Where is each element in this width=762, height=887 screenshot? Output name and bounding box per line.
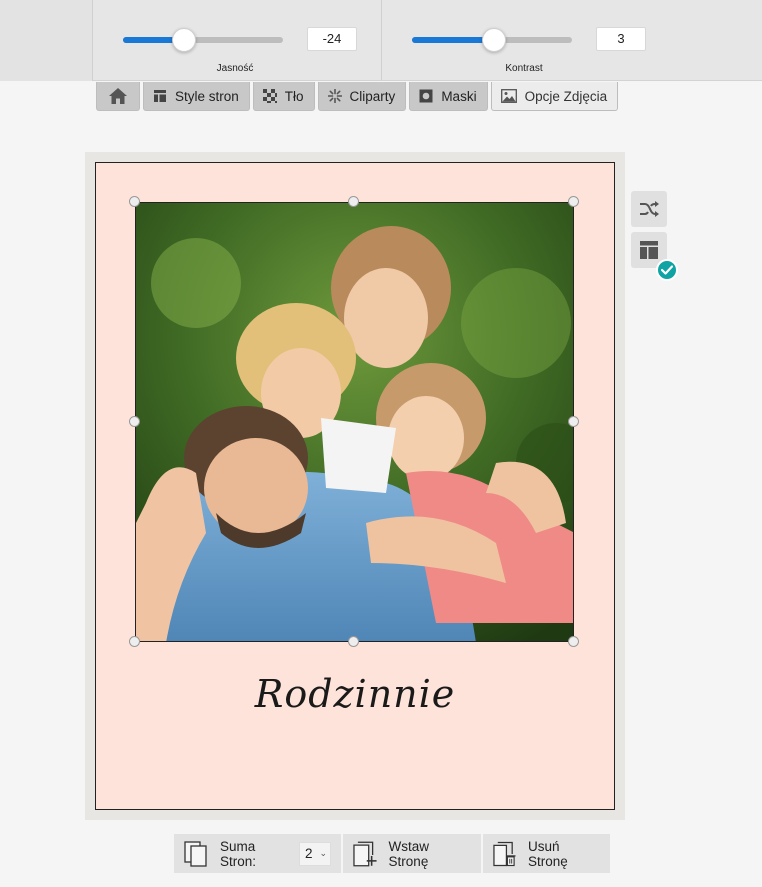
layout-grid-icon — [640, 241, 658, 259]
tab-home[interactable] — [96, 82, 140, 111]
image-icon — [500, 89, 517, 103]
insert-page-button[interactable]: Wstaw Stronę — [343, 834, 481, 873]
contrast-slider-group: 3 Kontrast — [412, 0, 652, 81]
page-count-label: Suma Stron: — [219, 838, 257, 869]
resize-handle-bottom-left[interactable] — [129, 636, 140, 647]
sparkle-icon — [327, 89, 342, 103]
contrast-value[interactable]: 3 — [596, 27, 646, 51]
resize-handle-bottom[interactable] — [348, 636, 359, 647]
tab-photo-options[interactable]: Opcje Zdjęcia — [490, 82, 619, 111]
pages-icon — [184, 840, 207, 867]
insert-page-label: Wstaw Stronę — [388, 838, 430, 869]
contrast-label: Kontrast — [505, 63, 543, 74]
brightness-value[interactable]: -24 — [307, 27, 357, 51]
shuffle-button[interactable] — [631, 191, 667, 227]
brightness-slider-group: -24 Jasność — [123, 0, 363, 81]
page-count-control: Suma Stron: 2 ⌄ — [174, 834, 341, 873]
contrast-slider-thumb[interactable] — [481, 28, 506, 52]
tab-masks[interactable]: Maski — [409, 82, 488, 111]
layout-applied-badge — [656, 259, 678, 281]
tab-background-label: Tło — [284, 88, 304, 104]
page-count-select[interactable]: 2 ⌄ — [299, 841, 331, 866]
brightness-label: Jasność — [216, 63, 254, 74]
page-controls-bar: Suma Stron: 2 ⌄ Wstaw Stronę Usuń Stronę — [174, 834, 610, 873]
family-photo — [136, 203, 573, 641]
photo-frame[interactable] — [135, 202, 574, 642]
adjustment-bar-spacer — [0, 0, 93, 81]
tab-cliparts-label: Cliparty — [349, 88, 396, 104]
editor-tabs: Style stron Tło Cliparty Maski Opcje Zdj… — [96, 82, 619, 111]
mask-icon — [419, 89, 433, 103]
adjustment-bar: -24 Jasność 3 Kontrast — [0, 0, 762, 81]
add-page-icon — [353, 841, 377, 866]
tab-page-styles-label: Style stron — [175, 88, 239, 104]
resize-handle-right[interactable] — [568, 416, 579, 427]
delete-page-icon — [493, 841, 516, 866]
delete-page-button[interactable]: Usuń Stronę — [483, 834, 610, 873]
layout-icon — [154, 90, 166, 102]
check-icon — [661, 265, 673, 275]
brightness-slider[interactable] — [123, 28, 283, 52]
page-count-value: 2 — [305, 846, 313, 861]
shuffle-icon — [640, 201, 659, 217]
tab-cliparts[interactable]: Cliparty — [317, 82, 407, 111]
resize-handle-top[interactable] — [348, 196, 359, 207]
tab-page-styles[interactable]: Style stron — [143, 82, 250, 111]
contrast-slider[interactable] — [412, 28, 572, 52]
adjustment-divider — [381, 0, 382, 81]
checker-icon — [262, 89, 277, 103]
chevron-down-icon: ⌄ — [319, 848, 328, 858]
resize-handle-top-right[interactable] — [568, 196, 579, 207]
resize-handle-left[interactable] — [129, 416, 140, 427]
brightness-slider-thumb[interactable] — [171, 28, 196, 52]
delete-page-label: Usuń Stronę — [528, 838, 568, 869]
tab-masks-label: Maski — [441, 88, 477, 104]
home-icon — [109, 88, 127, 104]
resize-handle-top-left[interactable] — [129, 196, 140, 207]
resize-handle-bottom-right[interactable] — [568, 636, 579, 647]
tab-photo-options-label: Opcje Zdjęcia — [524, 88, 608, 104]
page-caption[interactable]: Rodzinnie — [95, 672, 615, 716]
tab-background[interactable]: Tło — [252, 82, 315, 111]
